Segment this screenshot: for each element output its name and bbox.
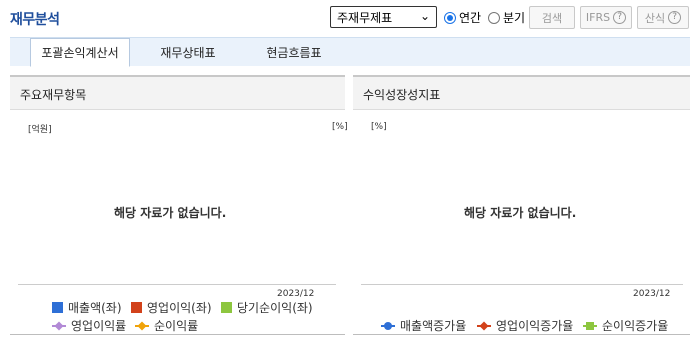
formula-button[interactable]: 산식 ? xyxy=(637,6,689,29)
left-axis-unit: [억원] xyxy=(28,125,52,135)
legend-operating-income: 영업이익(좌) xyxy=(131,299,212,316)
x-axis-line xyxy=(361,284,683,285)
legend-label: 당기순이익(좌) xyxy=(237,301,313,315)
statement-type-value: 주재무제표 xyxy=(337,11,393,25)
legend-net-income-growth: 순이익증가율 xyxy=(583,317,668,334)
no-data-message: 해당 자료가 없습니다. xyxy=(464,206,577,220)
search-button[interactable]: 검색 xyxy=(529,6,575,29)
square-marker-icon xyxy=(583,321,597,331)
radio-annual-label: 연간 xyxy=(459,11,482,25)
x-axis-label: 2023/12 xyxy=(277,289,315,299)
tab-balance-sheet[interactable]: 재무상태표 xyxy=(140,38,236,67)
x-axis-line xyxy=(18,284,336,285)
diamond-marker-icon xyxy=(477,320,491,331)
diamond-marker-icon xyxy=(52,320,66,331)
legend-label: 매출액(좌) xyxy=(68,301,122,315)
formula-button-label: 산식 xyxy=(644,11,666,25)
chevron-down-icon: ⌄ xyxy=(419,9,430,23)
right-axis-unit: [%] xyxy=(332,122,348,132)
help-icon: ? xyxy=(668,11,682,24)
page-title: 재무분석 xyxy=(10,12,60,28)
radio-annual[interactable]: 연간 xyxy=(444,9,481,26)
ifrs-button[interactable]: IFRS ? xyxy=(580,6,632,29)
legend-label: 매출액증가율 xyxy=(400,319,467,333)
statement-tabs: 포괄손익계산서 재무상태표 현금흐름표 xyxy=(10,37,690,67)
left-axis-unit: [%] xyxy=(371,122,387,132)
legend-label: 영업이익(좌) xyxy=(147,301,212,315)
circle-marker-icon xyxy=(381,321,395,331)
radio-quarter-indicator[interactable] xyxy=(488,11,500,24)
ifrs-button-label: IFRS xyxy=(585,11,611,24)
square-icon xyxy=(221,302,232,313)
radio-annual-indicator[interactable] xyxy=(444,11,456,24)
legend-label: 순이익증가율 xyxy=(602,319,669,333)
key-financials-title: 주요재무항목 xyxy=(10,77,345,110)
statement-type-select[interactable]: 주재무제표 ⌄ xyxy=(330,6,437,28)
radio-quarter-label: 분기 xyxy=(503,11,526,25)
diamond-marker-icon xyxy=(135,320,149,331)
key-financials-panel: 주요재무항목 [억원] [%] 해당 자료가 없습니다. 2023/12 매출액… xyxy=(10,75,348,335)
help-icon: ? xyxy=(613,11,627,24)
profitability-growth-panel: 수익성장성지표 [%] 해당 자료가 없습니다. 2023/12 매출액증가율 … xyxy=(353,75,690,335)
legend-net-income: 당기순이익(좌) xyxy=(221,299,313,316)
legend-revenue: 매출액(좌) xyxy=(52,299,122,316)
radio-quarter[interactable]: 분기 xyxy=(488,9,525,26)
legend-operating-margin: 영업이익률 xyxy=(52,317,126,334)
x-axis-label: 2023/12 xyxy=(633,289,671,299)
square-icon xyxy=(131,302,142,313)
profitability-growth-title: 수익성장성지표 xyxy=(353,77,690,110)
legend-operating-income-growth: 영업이익증가율 xyxy=(477,317,573,334)
legend-net-margin: 순이익률 xyxy=(135,317,198,334)
legend-label: 영업이익률 xyxy=(71,319,127,333)
legend-label: 영업이익증가율 xyxy=(496,319,574,333)
tab-income-statement[interactable]: 포괄손익계산서 xyxy=(30,38,130,67)
tab-cash-flow[interactable]: 현금흐름표 xyxy=(246,38,342,67)
no-data-message: 해당 자료가 없습니다. xyxy=(114,206,227,220)
square-icon xyxy=(52,302,63,313)
legend-label: 순이익률 xyxy=(154,319,199,333)
legend-revenue-growth: 매출액증가율 xyxy=(381,317,466,334)
